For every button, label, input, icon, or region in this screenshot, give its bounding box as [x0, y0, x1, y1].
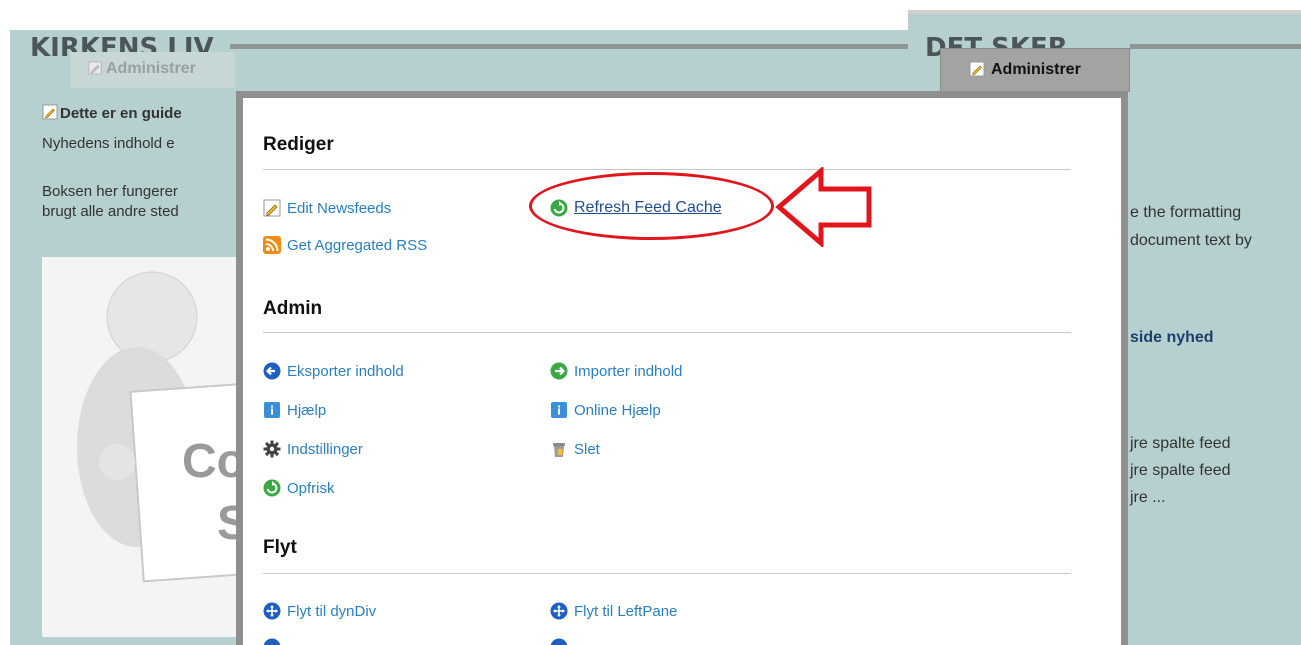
menu-item-importer-indhold[interactable]: Importer indhold — [550, 362, 682, 380]
right-text-line: jre spalte feed — [1130, 462, 1231, 479]
right-text-line: jre spalte feed — [1130, 435, 1231, 452]
move-icon — [263, 602, 281, 620]
move-icon — [263, 638, 281, 645]
menu-item-indstillinger[interactable]: Indstillinger — [263, 440, 363, 458]
left-guide-heading: Dette er en guide — [42, 104, 182, 124]
menu-item-slet[interactable]: Slet — [550, 440, 600, 458]
menu-item-label: Hjælp — [287, 401, 327, 419]
help-icon — [264, 402, 280, 418]
highlight-ellipse — [529, 172, 774, 240]
edit-icon — [42, 104, 58, 120]
highlight-arrow-icon — [775, 167, 872, 247]
left-administrer-label: Administrer — [106, 60, 196, 77]
refresh-icon — [263, 479, 281, 497]
menu-item-label: Importer indhold — [574, 362, 683, 380]
guide-image: Co S — [42, 257, 242, 637]
help-icon — [551, 402, 567, 418]
menu-item-label: Edit Newsfeeds — [287, 199, 392, 217]
import-icon — [550, 362, 568, 380]
section-title-rediger: Rediger — [263, 134, 334, 155]
pencil-icon — [88, 61, 102, 75]
menu-item-flyt-dyndiv[interactable]: Flyt til dynDiv — [263, 602, 376, 620]
administrer-button[interactable]: Administrer — [940, 48, 1130, 92]
section-divider — [263, 332, 1071, 333]
right-news-link[interactable]: side nyhed — [1130, 329, 1214, 347]
menu-item-edit-newsfeeds[interactable]: Edit Newsfeeds — [263, 199, 391, 217]
left-guide-text: Dette er en guide — [60, 105, 182, 122]
section-divider — [263, 169, 1071, 170]
section-title-admin: Admin — [263, 298, 323, 319]
menu-item-label: Flyt til dynDiv — [287, 602, 377, 620]
menu-item-label: Slet — [574, 440, 600, 458]
menu-item-label: Flyt til LeftPane — [574, 602, 678, 620]
menu-item-get-aggregated-rss[interactable]: Get Aggregated RSS — [263, 236, 427, 254]
right-text-line: jre ... — [1130, 489, 1166, 506]
menu-item-partial[interactable] — [550, 638, 574, 645]
right-text-line: document text by — [1130, 232, 1252, 249]
menu-item-label: Indstillinger — [287, 440, 363, 458]
left-text-line: brugt alle andre sted — [42, 203, 179, 220]
menu-item-label: Get Aggregated RSS — [287, 236, 428, 254]
menu-item-label: Eksporter indhold — [287, 362, 404, 380]
right-text-line: e the formatting — [1130, 204, 1242, 221]
gear-icon — [263, 440, 281, 458]
left-text-line: Nyhedens indhold e — [42, 135, 175, 152]
trash-icon — [553, 443, 565, 457]
pencil-icon — [969, 61, 985, 77]
menu-item-opfrisk[interactable]: Opfrisk — [263, 479, 335, 497]
administrer-label: Administrer — [991, 61, 1081, 78]
left-text-line: Boksen her fungerer — [42, 183, 178, 200]
left-administrer-button[interactable]: Administrer — [70, 52, 235, 88]
section-title-flyt: Flyt — [263, 537, 297, 558]
left-title-rule — [230, 44, 908, 49]
menu-item-partial[interactable] — [263, 638, 287, 645]
menu-item-hjaelp[interactable]: Hjælp — [263, 401, 326, 419]
section-divider — [263, 573, 1071, 574]
edit-icon — [263, 199, 281, 217]
move-icon — [550, 638, 568, 645]
move-icon — [550, 602, 568, 620]
image-caption-1: Co — [182, 435, 242, 488]
export-icon — [263, 362, 281, 380]
menu-item-label: Online Hjælp — [574, 401, 661, 419]
menu-item-online-hjaelp[interactable]: Online Hjælp — [550, 401, 661, 419]
rss-icon — [263, 236, 281, 254]
menu-item-eksporter-indhold[interactable]: Eksporter indhold — [263, 362, 404, 380]
menu-item-flyt-leftpane[interactable]: Flyt til LeftPane — [550, 602, 677, 620]
right-title-rule — [1130, 44, 1301, 49]
menu-item-label: Opfrisk — [287, 479, 335, 497]
figure-illustration: Co S — [77, 271, 242, 583]
